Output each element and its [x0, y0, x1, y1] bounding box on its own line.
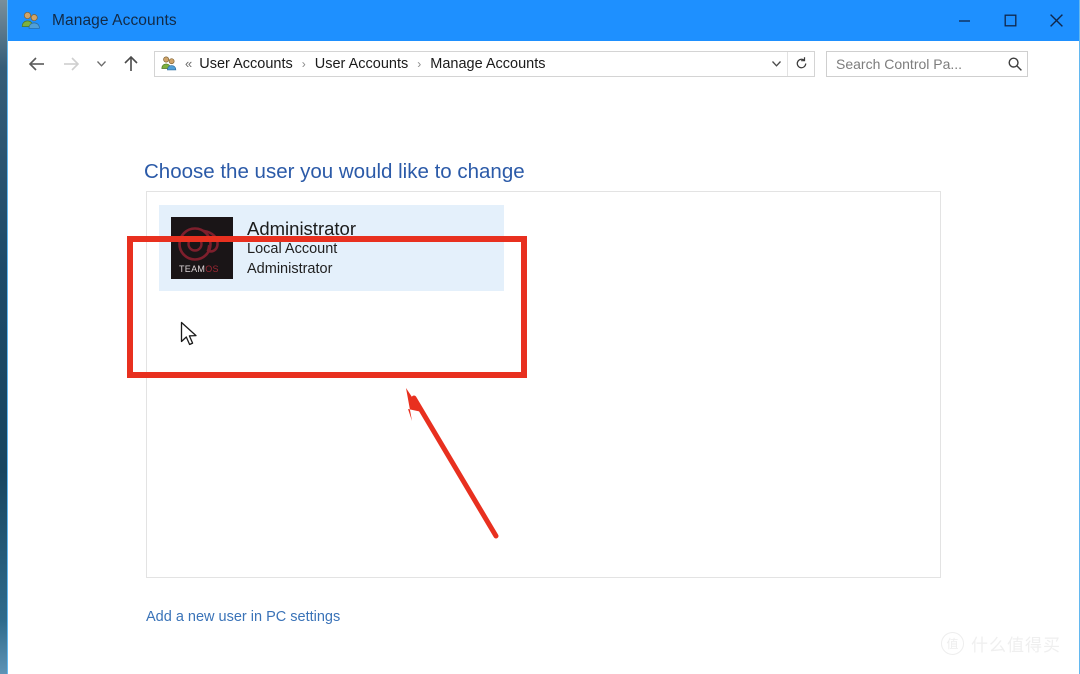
navigation-bar: « User Accounts › User Accounts › Manage… [8, 41, 1079, 86]
maximize-button[interactable] [987, 0, 1033, 41]
forward-button[interactable] [54, 47, 88, 81]
breadcrumb-separator-icon[interactable]: › [295, 57, 313, 71]
title-bar: Manage Accounts [8, 0, 1079, 41]
account-details: Administrator Local Account Administrato… [247, 217, 356, 280]
close-button[interactable] [1033, 0, 1079, 41]
account-name: Administrator [247, 217, 356, 239]
back-button[interactable] [20, 47, 54, 81]
avatar: TEAMOS [171, 217, 233, 279]
watermark-text: 什么值得买 [971, 636, 1061, 655]
account-type: Local Account [247, 241, 338, 258]
watermark-logo-icon: 值 [941, 632, 964, 655]
up-button[interactable] [114, 47, 148, 81]
accounts-panel: TEAMOS Administrator Local Account Admin… [146, 191, 941, 578]
account-role: Administrator [247, 260, 333, 277]
breadcrumb-user-accounts-icon [160, 55, 178, 73]
avatar-logo-text-os: OS [205, 264, 219, 274]
add-new-user-link[interactable]: Add a new user in PC settings [146, 609, 340, 625]
watermark: 值 什么值得买 [941, 631, 1061, 656]
address-bar[interactable]: « User Accounts › User Accounts › Manage… [154, 50, 815, 77]
search-icon[interactable] [1003, 52, 1027, 76]
breadcrumb-separator-icon[interactable]: › [410, 57, 428, 71]
minimize-button[interactable] [941, 0, 987, 41]
search-input[interactable]: Search Control Pa... [826, 50, 1028, 77]
window-title: Manage Accounts [52, 11, 177, 29]
search-placeholder: Search Control Pa... [836, 55, 963, 72]
breadcrumb-item-user-accounts-2[interactable]: User Accounts [313, 56, 411, 72]
recent-locations-chevron-down-icon[interactable] [88, 47, 114, 81]
user-accounts-icon [20, 10, 42, 32]
window-controls [941, 0, 1079, 41]
breadcrumb-item-manage-accounts[interactable]: Manage Accounts [428, 56, 547, 72]
avatar-logo-text: TEAMOS [179, 264, 219, 274]
breadcrumb-overflow-icon[interactable]: « [180, 56, 197, 71]
page-title: Choose the user you would like to change [144, 160, 525, 183]
avatar-logo-text-team: TEAM [179, 264, 206, 274]
refresh-icon[interactable] [787, 51, 814, 76]
breadcrumb-item-user-accounts-1[interactable]: User Accounts [197, 56, 295, 72]
address-dropdown-chevron-down-icon[interactable] [765, 52, 787, 76]
manage-accounts-window: Manage Accounts « User Accounts › User A… [7, 0, 1080, 674]
content-area: Choose the user you would like to change… [8, 86, 1079, 674]
administrator-account-tile[interactable]: TEAMOS Administrator Local Account Admin… [159, 205, 504, 291]
